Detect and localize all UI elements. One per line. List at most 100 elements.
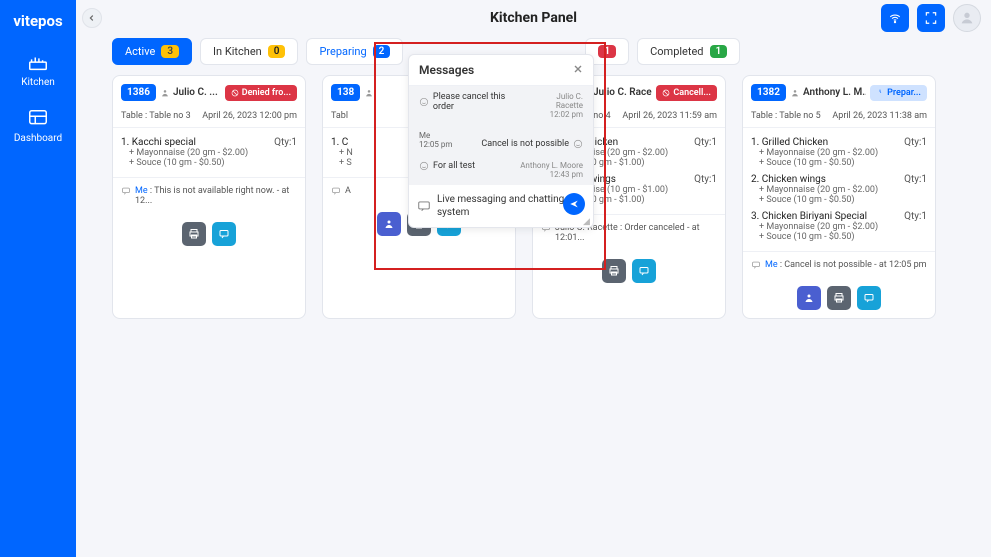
message-me-label: Me (419, 131, 452, 140)
chat-body[interactable]: Please cancel this orderJulio C. Racette… (409, 86, 593, 185)
message-from: Julio C. Racette12:02 pm (528, 92, 583, 119)
chat-button[interactable] (632, 259, 656, 283)
order-number: 1386 (121, 84, 156, 101)
item-name: 1. Grilled Chicken (751, 137, 828, 148)
item-name: 2. Chicken wings (751, 174, 826, 185)
tab-in-kitchen-count: 0 (268, 45, 286, 58)
print-icon (608, 265, 620, 277)
message-text: For all test (419, 161, 475, 171)
order-time: April 26, 2023 12:00 pm (202, 111, 297, 121)
cancel-icon (231, 89, 239, 97)
message-text: Please cancel this order (419, 92, 528, 112)
fullscreen-button[interactable] (917, 4, 945, 32)
item-qty: Qty:1 (274, 137, 297, 148)
print-button[interactable] (182, 222, 206, 246)
item-qty: Qty:1 (904, 174, 927, 185)
order-card: 1382Anthony L. M...Prepar...Table : Tabl… (742, 75, 936, 319)
tab-active[interactable]: Active 3 (112, 38, 192, 65)
page-title: Kitchen Panel (490, 10, 577, 26)
note-text: : This is not available right now. - at … (135, 186, 289, 206)
sidebar-kitchen-label: Kitchen (21, 77, 55, 88)
note-author: Me (135, 186, 148, 196)
close-icon (573, 64, 583, 74)
chat-message: For all test Anthony L. Moore12:43 pm (409, 155, 593, 185)
header: Kitchen Panel (76, 0, 991, 36)
order-time: April 26, 2023 11:38 am (832, 111, 927, 121)
sidebar-dashboard-label: Dashboard (14, 133, 62, 144)
status-badge: Prepar... (870, 85, 927, 101)
chat-input-area: ◢ (409, 185, 593, 227)
order-number: 1382 (751, 84, 786, 101)
order-time: April 26, 2023 11:59 am (622, 111, 717, 121)
header-actions (881, 4, 981, 32)
chat-header: Messages (409, 55, 593, 86)
item-name: 3. Chicken Biriyani Special (751, 211, 867, 222)
send-icon (569, 199, 579, 209)
chat-panel: Messages Please cancel this orderJulio C… (408, 54, 594, 228)
print-button[interactable] (827, 286, 851, 310)
print-icon (188, 228, 200, 240)
item-qty: Qty:1 (694, 174, 717, 185)
tab-preparing-label: Preparing (319, 45, 366, 58)
table-label: Tabl (331, 111, 348, 121)
sidebar-item-dashboard[interactable]: Dashboard (0, 98, 76, 154)
item-name: 1. C (331, 137, 348, 148)
order-item: 3. Chicken Biriyani Special Qty:1+ Mayonn… (751, 208, 927, 245)
sidebar-item-kitchen[interactable]: Kitchen (0, 42, 76, 98)
chat-title: Messages (419, 63, 474, 77)
tab-preparing[interactable]: Preparing 2 (306, 38, 403, 65)
user-avatar[interactable] (953, 4, 981, 32)
item-addon: + Souce (10 gm - $0.50) (751, 158, 927, 168)
card-meta: Table : Table no 3April 26, 2023 12:00 p… (113, 107, 305, 128)
chat-icon (638, 265, 650, 277)
item-qty: Qty:1 (694, 137, 717, 148)
message-from: Anthony L. Moore12:43 pm (520, 161, 583, 179)
note-text: : Cancel is not possible - at 12:05 pm (778, 260, 927, 270)
tab-ready-count: 1 (598, 45, 616, 58)
wifi-button[interactable] (881, 4, 909, 32)
chat-button[interactable] (857, 286, 881, 310)
note-author: Me (765, 260, 778, 270)
item-addon: + Mayonnaise (20 gm - $2.00) (751, 148, 927, 158)
order-item: 1. Kacchi special Qty:1+ Mayonnaise (20 g… (121, 134, 297, 171)
item-name: 1. Kacchi special (121, 137, 196, 148)
chat-message: Me12:05 pmCancel is not possible (409, 125, 593, 155)
order-number: 138 (331, 84, 360, 101)
message-text: Cancel is not possible (452, 139, 583, 149)
tab-preparing-count: 2 (373, 45, 391, 58)
tab-completed-count: 1 (710, 45, 728, 58)
print-button[interactable] (602, 259, 626, 283)
item-qty: Qty:1 (904, 211, 927, 222)
resize-grip[interactable]: ◢ (583, 217, 591, 225)
tab-completed-label: Completed (650, 45, 703, 58)
status-badge: Denied fro... (225, 85, 297, 101)
card-header: 1386Julio C. ...Denied fro... (113, 76, 305, 107)
chat-button[interactable] (212, 222, 236, 246)
tab-in-kitchen-label: In Kitchen (213, 45, 262, 58)
assign-user-button[interactable] (797, 286, 821, 310)
status-badge: Cancell... (656, 85, 717, 101)
item-addon: + Souce (10 gm - $0.50) (121, 158, 297, 168)
print-icon (833, 292, 845, 304)
dashboard-icon (27, 108, 49, 130)
item-addon: + Mayonnaise (20 gm - $2.00) (751, 185, 927, 195)
item-addon: + Souce (10 gm - $0.50) (751, 195, 927, 205)
cancel-icon (662, 89, 670, 97)
item-addon: + Souce (10 gm - $0.50) (751, 232, 927, 242)
tab-completed[interactable]: Completed 1 (637, 38, 740, 65)
tab-active-label: Active (125, 45, 155, 58)
chat-close-button[interactable] (573, 63, 583, 77)
user-icon (383, 218, 395, 230)
chat-bubble-icon (417, 199, 431, 213)
assign-user-button[interactable] (377, 212, 401, 236)
chat-send-button[interactable] (563, 193, 585, 215)
card-items: 1. Grilled ChickenQty:1+ Mayonnaise (20 … (743, 128, 935, 251)
preparing-icon (876, 89, 884, 97)
item-addon: + Mayonnaise (20 gm - $2.00) (751, 222, 927, 232)
tab-in-kitchen[interactable]: In Kitchen 0 (200, 38, 298, 65)
card-actions (113, 214, 305, 254)
item-qty: Qty:1 (904, 137, 927, 148)
user-icon (803, 292, 815, 304)
item-addon: + Mayonnaise (20 gm - $2.00) (121, 148, 297, 158)
kitchen-icon (27, 52, 49, 74)
